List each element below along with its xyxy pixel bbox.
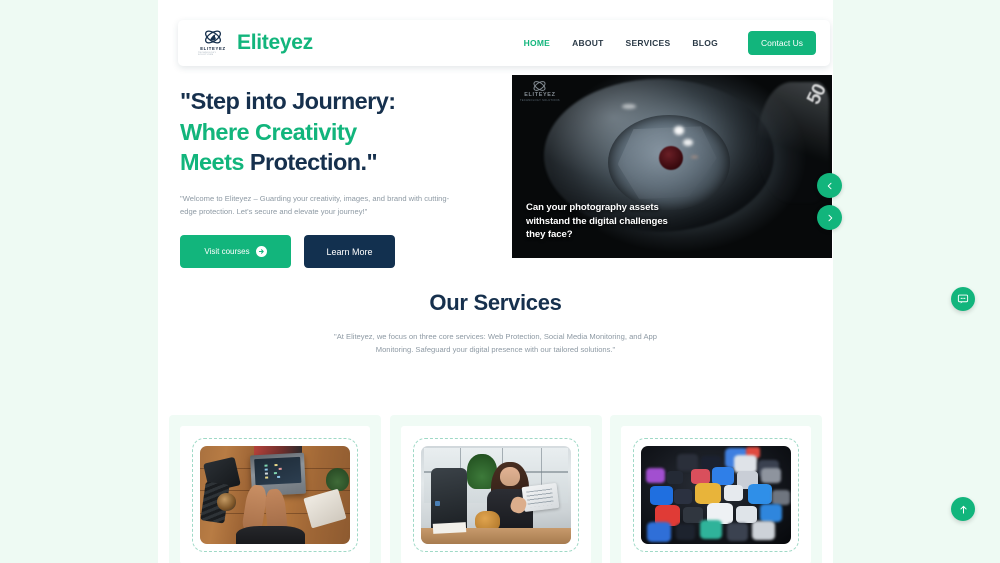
eliteyez-atom-logo-icon: ELITEYEZ TECHNOLOGY SOLUTIONS: [198, 28, 228, 58]
carousel-next-button[interactable]: [817, 205, 842, 230]
logo-wordmark: ELITEYEZ: [200, 45, 226, 51]
hero-title: "Step into Journery: Where Creativity Me…: [180, 86, 490, 178]
services-title: Our Services: [429, 290, 562, 315]
services-section: Our Services "At Eliteyez, we focus on t…: [158, 290, 833, 563]
hero-title-line-2: Where Creativity: [180, 118, 357, 145]
app-icon: [771, 490, 790, 505]
app-icon: [735, 505, 757, 523]
lens-glint: [673, 126, 685, 135]
app-icon: [647, 522, 671, 543]
watermark-wordmark: ELITEYEZ: [524, 92, 556, 98]
office-interview-photo: [420, 446, 571, 544]
brand[interactable]: ELITEYEZ TECHNOLOGY SOLUTIONS Eliteyez: [198, 28, 313, 58]
hero-media-caption: Can your photography assets withstand th…: [526, 201, 668, 242]
service-card-frame: [192, 438, 358, 552]
watermark-tagline: TECHNOLOGY SOLUTIONS: [520, 99, 560, 103]
app-icon: [752, 521, 775, 540]
hero-media-watermark: ELITEYEZ TECHNOLOGY SOLUTIONS: [520, 79, 560, 102]
app-icon: [747, 484, 772, 504]
tablet-screen-lines: [525, 488, 554, 508]
app-icon: [683, 506, 703, 523]
tripod-badge: [435, 501, 441, 506]
hero-actions: Visit courses Learn More: [180, 235, 490, 269]
lens-glint: [622, 104, 636, 110]
service-card[interactable]: [389, 415, 602, 563]
hero-subtitle: "Welcome to Eliteyez – Guarding your cre…: [180, 193, 450, 216]
app-icon: [645, 467, 665, 484]
app-icon: [734, 454, 757, 474]
service-card[interactable]: [610, 415, 822, 563]
arrow-up-icon: [958, 504, 969, 515]
hero-media-slide[interactable]: 50 ELITEYEZ TECHNOLOGY SOLUTIONS Can you…: [512, 75, 832, 258]
caption-line-3: they face?: [526, 229, 573, 241]
person-torso: [236, 526, 305, 544]
chevron-right-icon: [826, 214, 834, 222]
service-card-image-apps: [640, 445, 792, 545]
service-card-image-office: [419, 445, 572, 545]
app-icon: [695, 483, 721, 505]
app-icons-photo: [641, 446, 791, 544]
app-icon: [726, 523, 748, 541]
visit-courses-button[interactable]: Visit courses: [180, 235, 291, 269]
services-subtitle: "At Eliteyez, we focus on three core ser…: [334, 332, 657, 355]
service-card-frame: [412, 438, 579, 552]
caption-line-2: withstand the digital challenges: [526, 215, 668, 227]
caption-line-1: Can your photography assets: [526, 202, 659, 214]
app-icon: [666, 470, 683, 484]
service-card-frame: [633, 438, 799, 552]
app-icon: [699, 520, 722, 539]
nav-item-blog[interactable]: BLOG: [692, 38, 718, 48]
chevron-left-icon: [826, 182, 834, 190]
hero-copy: "Step into Journery: Where Creativity Me…: [180, 86, 490, 269]
hero-title-line-3-rest: Protection.": [249, 149, 378, 176]
scroll-to-top-button[interactable]: [951, 497, 975, 521]
desk-notebook: [302, 488, 347, 529]
service-card-inner: [621, 426, 811, 563]
service-card-inner: [400, 426, 591, 563]
nav-item-services[interactable]: SERVICES: [626, 38, 671, 48]
page-root: ELITEYEZ TECHNOLOGY SOLUTIONS Eliteyez H…: [0, 0, 1000, 563]
service-card-inner: [180, 426, 370, 563]
desk-plant: [326, 467, 349, 492]
arrow-right-circle-icon: [255, 246, 267, 258]
desk-flatlay-photo: [200, 446, 350, 544]
services-card-list: [158, 415, 833, 563]
hero-title-line-1: "Step into Journery:: [180, 88, 396, 114]
learn-more-button[interactable]: Learn More: [304, 235, 395, 269]
laptop-screen: [254, 456, 302, 485]
app-icon: [759, 503, 782, 523]
brand-name: Eliteyez: [237, 31, 313, 54]
app-icon: [761, 467, 781, 484]
tablet-device: [521, 483, 559, 513]
chat-widget-button[interactable]: [951, 287, 975, 311]
app-icon: [674, 489, 692, 504]
chat-bubble-icon: [957, 293, 969, 305]
app-icon: [690, 468, 710, 485]
hero-title-line-3-accent: Meets: [180, 149, 250, 176]
service-card-image-desk: [199, 445, 351, 545]
nav-item-home[interactable]: HOME: [524, 38, 551, 48]
woman-face: [500, 466, 520, 487]
site-header: ELITEYEZ TECHNOLOGY SOLUTIONS Eliteyez H…: [178, 20, 830, 66]
site-content-container: ELITEYEZ TECHNOLOGY SOLUTIONS Eliteyez H…: [158, 0, 833, 563]
contact-us-button[interactable]: Contact Us: [747, 31, 816, 55]
app-icon: [723, 485, 743, 502]
visit-courses-label: Visit courses: [204, 247, 250, 257]
app-icon: [650, 486, 673, 505]
logo-tagline: TECHNOLOGY SOLUTIONS: [198, 51, 217, 56]
app-icon: [675, 524, 695, 541]
service-card[interactable]: [169, 415, 381, 563]
carousel-prev-button[interactable]: [817, 173, 842, 198]
hero-section: "Step into Journery: Where Creativity Me…: [158, 72, 833, 272]
main-navigation: HOME ABOUT SERVICES BLOG Contact Us: [524, 31, 816, 55]
code-lines: [260, 463, 263, 465]
app-icon: [711, 466, 734, 485]
lens-cap: [216, 493, 236, 511]
nav-item-about[interactable]: ABOUT: [572, 38, 603, 48]
